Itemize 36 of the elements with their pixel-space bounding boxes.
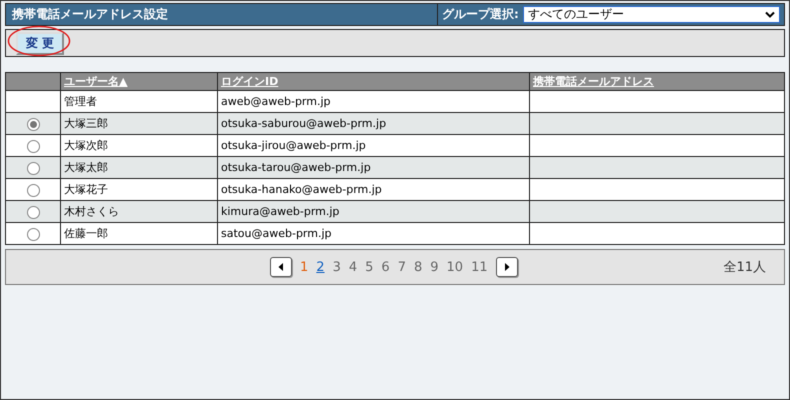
chevron-icon [765,11,775,18]
table-cell: 木村さくら [60,200,218,222]
table-cell: satou@aweb-prm.jp [218,222,530,244]
sort-link[interactable]: ログインID [221,75,278,88]
total-count: 全11人 [723,259,766,276]
radio-button[interactable] [26,140,40,153]
left-triangle-icon [277,262,285,272]
page-number[interactable]: 3 [332,260,341,274]
change-button[interactable]: 変 更 [16,32,64,54]
group-label: グループ選択: [442,6,519,23]
previous-page-button[interactable] [270,257,292,277]
right-triangle-icon [502,262,511,272]
group-select[interactable]: すべてのユーザー [522,6,780,23]
table-cell: otsuka-saburou@aweb-prm.jp [218,112,530,134]
page-number[interactable]: 7 [398,260,406,274]
page-title: 携帯電話メールアドレス設定 [6,4,438,25]
radio-button[interactable] [26,206,40,219]
page-number[interactable]: 4 [348,260,358,274]
page-number[interactable]: 9 [430,260,439,274]
table-cell: 大塚太郎 [60,156,218,178]
page-number[interactable]: 2 [316,260,325,274]
page-number: 1 [300,260,308,274]
table-cell: 大塚三郎 [60,112,218,134]
page-number[interactable]: 8 [414,260,422,274]
page-number[interactable]: 6 [381,260,390,274]
table-cell: kimura@aweb-prm.jp [218,200,530,222]
next-page-button[interactable] [496,257,518,277]
radio-button[interactable] [26,118,40,131]
table-cell: otsuka-tarou@aweb-prm.jp [218,156,530,178]
radio-button[interactable] [26,184,40,197]
page-number[interactable]: 11 [471,260,488,274]
page-number[interactable]: 10 [446,260,464,274]
table-cell: 佐藤一郎 [60,222,218,244]
radio-button[interactable] [26,228,40,241]
page-number[interactable]: 5 [365,260,374,274]
radio-button[interactable] [26,162,40,175]
